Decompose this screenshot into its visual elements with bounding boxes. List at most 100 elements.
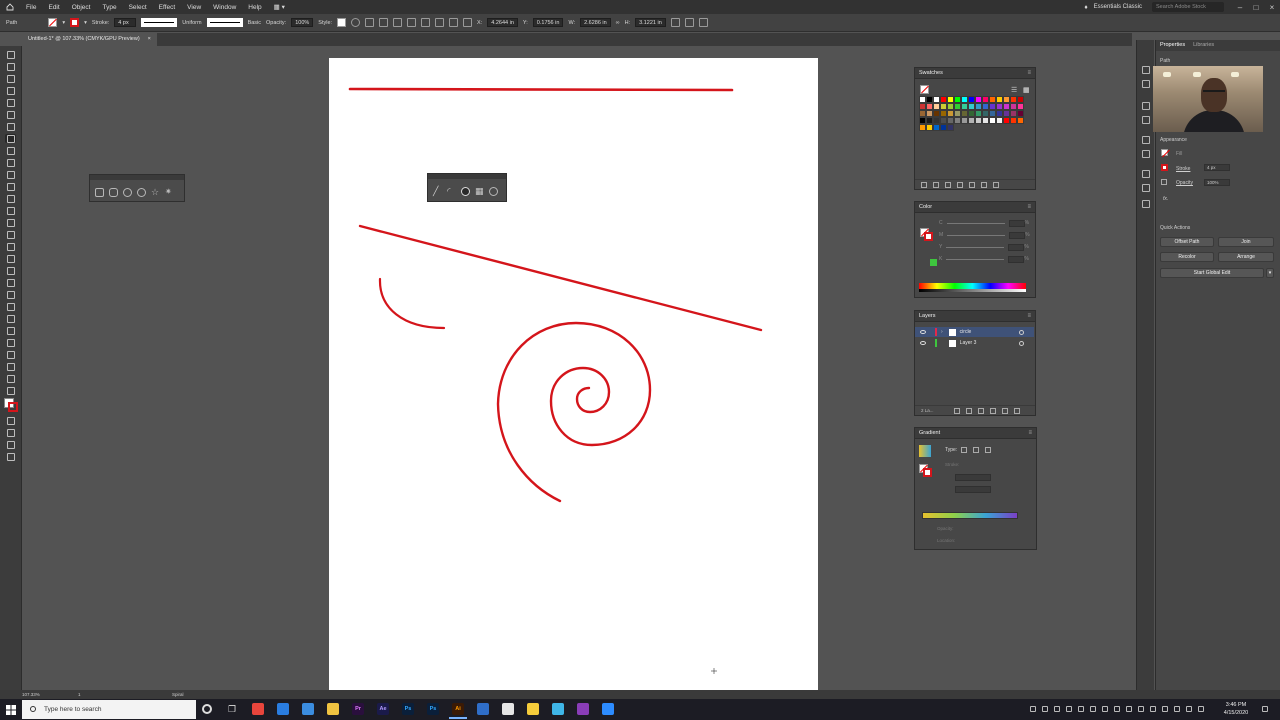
layer-target-icon[interactable]: [1019, 340, 1024, 346]
align-bottom-icon[interactable]: [449, 18, 459, 27]
locate-object-icon[interactable]: [965, 407, 972, 414]
zoom-icon[interactable]: [602, 703, 614, 715]
color-swatch[interactable]: [926, 117, 933, 124]
chrome-icon[interactable]: [252, 703, 264, 715]
color-swatch[interactable]: [989, 110, 996, 117]
tray-icon[interactable]: [1114, 706, 1120, 712]
prop-stroke-swatch[interactable]: [1161, 164, 1168, 171]
stroke-color-swatch[interactable]: [8, 402, 18, 412]
color-panel-header[interactable]: Color ≡: [915, 202, 1035, 213]
libraries-dock-icon[interactable]: [1142, 80, 1150, 88]
width-tool-icon[interactable]: [5, 218, 16, 227]
reference-point-icon[interactable]: [463, 18, 473, 27]
symbol-sprayer-tool-icon[interactable]: [5, 314, 16, 323]
task-view-icon[interactable]: ❐: [226, 703, 238, 715]
swatch-options-icon[interactable]: [957, 181, 963, 188]
diagonal-line-path[interactable]: [358, 224, 763, 332]
color-swatch[interactable]: [982, 96, 989, 103]
stroke-label[interactable]: Stroke:: [92, 20, 109, 26]
artboard-tool-icon[interactable]: [5, 338, 16, 347]
ellipse-tool-icon[interactable]: [123, 188, 132, 197]
visibility-eye-icon[interactable]: [920, 341, 926, 345]
color-swatch[interactable]: [975, 117, 982, 124]
join-button[interactable]: Join: [1218, 237, 1274, 247]
tray-icon[interactable]: [1162, 706, 1168, 712]
color-swatch[interactable]: [919, 117, 926, 124]
color-swatch[interactable]: [996, 103, 1003, 110]
rounded-rectangle-tool-icon[interactable]: [109, 188, 118, 197]
direct-selection-tool-icon[interactable]: [5, 62, 16, 71]
menu-help[interactable]: Help: [242, 4, 267, 11]
add-to-library-icon[interactable]: [933, 181, 939, 188]
curvature-tool-icon[interactable]: [5, 110, 16, 119]
color-swatch[interactable]: [1003, 110, 1010, 117]
align-right-icon[interactable]: [407, 18, 417, 27]
screen-mode-icon[interactable]: [5, 440, 16, 449]
color-swatch[interactable]: [919, 103, 926, 110]
swatch-libraries-icon[interactable]: [921, 181, 927, 188]
rotate-tool-icon[interactable]: [5, 194, 16, 203]
illustrator-icon[interactable]: Ai: [449, 703, 467, 719]
gradient-aspect-field[interactable]: [955, 486, 991, 493]
color-mode-icon[interactable]: [5, 416, 16, 425]
swatches-panel-header[interactable]: Swatches ≡: [915, 68, 1035, 79]
color-swatch[interactable]: [947, 117, 954, 124]
color-swatch[interactable]: [1003, 103, 1010, 110]
align-left-icon[interactable]: [379, 18, 389, 27]
menu-file[interactable]: File: [20, 4, 42, 11]
layer-row-layer-3[interactable]: › Layer 3: [915, 338, 1034, 348]
menu-object[interactable]: Object: [66, 4, 97, 11]
y-field[interactable]: 0.1756 in: [532, 18, 564, 27]
color-swatch[interactable]: [996, 110, 1003, 117]
arc-path[interactable]: [378, 277, 446, 330]
perspective-grid-tool-icon[interactable]: [5, 254, 16, 263]
tray-icon[interactable]: [1042, 706, 1048, 712]
gradient-angle-field[interactable]: [955, 474, 991, 481]
transparency-dock-icon[interactable]: [1142, 150, 1150, 158]
align-top-icon[interactable]: [421, 18, 431, 27]
list-view-icon[interactable]: ☰: [1011, 86, 1017, 94]
out-of-gamut-color[interactable]: [930, 259, 937, 266]
photoshop-2-icon[interactable]: Ps: [427, 703, 439, 715]
horizontal-line-path[interactable]: [348, 87, 734, 92]
color-swatch[interactable]: [968, 117, 975, 124]
color-swatch[interactable]: [989, 117, 996, 124]
color-swatch[interactable]: [1010, 110, 1017, 117]
color-swatch[interactable]: [954, 96, 961, 103]
start-global-edit-button[interactable]: Start Global Edit: [1160, 268, 1264, 278]
tray-icon[interactable]: [1150, 706, 1156, 712]
lightbulb-icon[interactable]: ♦: [1078, 4, 1093, 11]
color-swatch[interactable]: [940, 110, 947, 117]
recolor-icon[interactable]: [351, 18, 361, 27]
mesh-tool-icon[interactable]: [5, 266, 16, 275]
color-swatch[interactable]: [1017, 103, 1024, 110]
menu-view[interactable]: View: [181, 4, 207, 11]
tray-icon[interactable]: [1102, 706, 1108, 712]
new-sublayer-icon[interactable]: [989, 407, 996, 414]
align-middle-icon[interactable]: [435, 18, 445, 27]
gradient-thumbnail[interactable]: [919, 445, 931, 457]
color-swatch[interactable]: [926, 96, 933, 103]
eyedropper-tool-icon[interactable]: [5, 290, 16, 299]
color-swatch[interactable]: [961, 117, 968, 124]
freeform-gradient-icon[interactable]: [985, 447, 991, 453]
graphic-style-swatch[interactable]: [337, 18, 347, 27]
color-swatch[interactable]: [926, 124, 933, 131]
type-tool-icon[interactable]: [5, 122, 16, 131]
outlook-icon[interactable]: [477, 703, 489, 715]
channel-y-field[interactable]: [1008, 243, 1025, 251]
x-field[interactable]: 4.2644 in: [487, 18, 518, 27]
layers-panel-header[interactable]: Layers ≡: [915, 311, 1035, 322]
cortana-icon[interactable]: [202, 704, 212, 714]
color-swatch[interactable]: [961, 110, 968, 117]
align-to-icon[interactable]: [365, 18, 375, 27]
artboard[interactable]: [329, 58, 818, 692]
constrain-link-icon[interactable]: ∞: [616, 20, 620, 26]
color-swatch[interactable]: [1010, 103, 1017, 110]
channel-c-field[interactable]: [1008, 219, 1025, 227]
spiral-path[interactable]: [496, 321, 652, 503]
battery-icon[interactable]: [1198, 706, 1204, 712]
layer-name[interactable]: circle: [960, 329, 972, 335]
close-tab-icon[interactable]: ×: [148, 33, 151, 46]
brushes-dock-icon[interactable]: [1142, 102, 1150, 110]
